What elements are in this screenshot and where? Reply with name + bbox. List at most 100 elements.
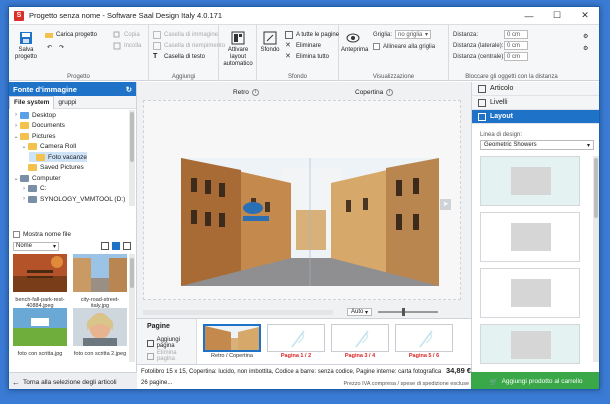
- scroll-thumb[interactable]: [130, 258, 134, 288]
- thumbnail-item[interactable]: city-road-street-italy.jpg: [73, 254, 127, 310]
- scroll-thumb[interactable]: [130, 112, 134, 162]
- save-project-button[interactable]: Salva progetto: [13, 31, 39, 61]
- tree-item[interactable]: Saved Pictures: [21, 163, 84, 173]
- remove-page-button[interactable]: Elimina pagina: [147, 350, 196, 362]
- tree-item[interactable]: ⌄ Camera Roll: [21, 142, 76, 152]
- align-grid-check[interactable]: [373, 43, 380, 50]
- layout-option[interactable]: [480, 156, 580, 206]
- distance-side-field[interactable]: Distanza (laterale): 0 cm: [453, 41, 528, 50]
- layout-scrollbar[interactable]: [593, 156, 599, 362]
- add-page-button[interactable]: Aggiungi pagina: [147, 337, 196, 349]
- canvas-hscrollbar[interactable]: [143, 310, 333, 315]
- tree-item[interactable]: › C:: [21, 184, 47, 194]
- layout-option[interactable]: [480, 268, 580, 318]
- page-thumbnail[interactable]: Pagina 3 / 4: [331, 324, 389, 360]
- distance-center-value[interactable]: 0 cm: [504, 52, 528, 61]
- page-thumbnail[interactable]: Pagina 1 / 2: [267, 324, 325, 360]
- layout-option[interactable]: [480, 212, 580, 262]
- tree-scrollbar[interactable]: [129, 110, 135, 206]
- ribbon-group-sfondo: Sfondo A tutte le pagine ✕ Eliminare ✕ E…: [257, 25, 339, 81]
- distance-value[interactable]: 0 cm: [504, 30, 528, 39]
- scroll-thumb[interactable]: [594, 158, 598, 218]
- tab-gruppi[interactable]: gruppi: [54, 96, 80, 109]
- undo-icon[interactable]: ↶: [47, 42, 52, 52]
- background-icon: [263, 31, 277, 45]
- image-box-label: Casella di immagine: [164, 32, 219, 38]
- load-project-button[interactable]: Carica progetto: [45, 30, 97, 40]
- tree-expand-icon[interactable]: ›: [13, 123, 19, 129]
- list-view-icon[interactable]: [101, 242, 109, 250]
- tab-articolo[interactable]: Articolo: [472, 82, 599, 96]
- tab-file-system[interactable]: File system: [9, 95, 55, 109]
- next-page-arrow-icon[interactable]: ➤: [440, 199, 451, 210]
- close-icon[interactable]: ✕: [571, 7, 599, 25]
- grid-view-icon[interactable]: [112, 242, 120, 250]
- gear-icon[interactable]: ⚙: [583, 43, 588, 53]
- thumbnail-scrollbar[interactable]: [129, 254, 135, 362]
- refresh-icon[interactable]: ↻: [126, 85, 132, 94]
- cover-photo[interactable]: [181, 158, 439, 286]
- grid-select[interactable]: Griglia: no griglia ▾: [373, 30, 432, 39]
- info-icon[interactable]: i: [386, 89, 394, 96]
- ribbon-group-bloccare: Distanza: 0 cm Distanza (laterale): 0 cm…: [449, 25, 574, 81]
- page-thumbnail[interactable]: Pagina 5 / 6: [395, 324, 453, 360]
- price-label: 34,89 €: [443, 366, 471, 375]
- tree-item[interactable]: ⌄ Pictures: [13, 131, 55, 141]
- thumbnail-item[interactable]: bench-fall-park-rest-40884.jpeg: [13, 254, 67, 310]
- add-to-cart-button[interactable]: 🛒 Aggiungi prodotto al carrello: [471, 372, 599, 389]
- copy-icon: [113, 31, 120, 38]
- tree-item[interactable]: › Desktop: [13, 110, 56, 120]
- text-box-button[interactable]: T Casella di testo: [153, 52, 205, 62]
- preview-button[interactable]: Anteprima: [341, 31, 368, 54]
- settings-icon[interactable]: ⚙: [583, 31, 588, 41]
- maximize-icon[interactable]: ☐: [543, 7, 571, 25]
- remove-background-button[interactable]: ✕ Eliminare: [285, 41, 321, 51]
- distance-side-value[interactable]: 0 cm: [504, 41, 528, 50]
- zoom-select[interactable]: Auto ▾: [347, 308, 373, 316]
- background-button[interactable]: Sfondo: [259, 31, 281, 54]
- add-page-icon: [147, 339, 154, 347]
- tree-item[interactable]: › Documents: [13, 121, 65, 131]
- tree-item[interactable]: › SYNOLOGY_VMMTOOL (D:): [21, 194, 125, 204]
- tree-item[interactable]: Foto vacanze: [29, 152, 88, 162]
- page-thumbnail[interactable]: Retro / Copertina: [203, 324, 261, 360]
- folder-tree: › Desktop › Documents ⌄ Pictures ⌄ Camera Roll F…: [9, 110, 127, 206]
- tree-expand-icon[interactable]: ⌄: [13, 175, 19, 182]
- design-line-select[interactable]: Geometric Showers ▾: [480, 140, 594, 150]
- paste-button[interactable]: Incolla: [113, 41, 141, 51]
- show-filename-check[interactable]: [13, 231, 20, 238]
- image-box-button[interactable]: Casella di immagine: [153, 30, 218, 40]
- back-to-articles-button[interactable]: ← Torna alla selezione degli articoli: [9, 372, 137, 389]
- zoom-slider-knob[interactable]: [402, 308, 406, 316]
- tree-expand-icon[interactable]: ⌄: [21, 143, 27, 150]
- ribbon-toolbar: Salva progetto Carica progetto Copia Inc…: [9, 25, 599, 81]
- sort-select[interactable]: Nome ▾: [13, 241, 59, 251]
- distance-center-field[interactable]: Distanza (centrale): 0 cm: [453, 52, 528, 61]
- tab-livelli[interactable]: Livelli: [472, 96, 599, 110]
- redo-icon[interactable]: ↷: [59, 42, 64, 52]
- zoom-slider[interactable]: [378, 308, 439, 316]
- tree-expand-icon[interactable]: ›: [21, 186, 27, 192]
- copy-button[interactable]: Copia: [113, 30, 140, 40]
- fill-box-button[interactable]: Casella di riempimento: [153, 41, 225, 51]
- info-icon[interactable]: i: [251, 89, 259, 96]
- thumbnail-item[interactable]: foto con scritta.jpg: [13, 308, 67, 357]
- align-grid-checkbox[interactable]: Allineare alla griglia: [373, 43, 435, 50]
- tree-expand-icon[interactable]: ›: [21, 196, 27, 202]
- large-view-icon[interactable]: [123, 242, 131, 250]
- image-source-header: Fonte d'immagine ↻: [9, 82, 136, 96]
- thumbnail-item[interactable]: foto con scritta 2.jpeg: [73, 308, 127, 357]
- apply-all-pages-button[interactable]: A tutte le pagine: [285, 30, 339, 40]
- tree-item[interactable]: ⌄ Computer: [13, 173, 61, 183]
- auto-layout-button[interactable]: Attivare layout automatico: [221, 31, 255, 68]
- tree-expand-icon[interactable]: ›: [13, 112, 19, 118]
- canvas-frame: [143, 100, 461, 300]
- remove-all-background-button[interactable]: ✕ Elimina tutto: [285, 52, 329, 62]
- minimize-icon[interactable]: —: [515, 7, 543, 25]
- distance-field[interactable]: Distanza: 0 cm: [453, 30, 528, 39]
- product-description-more[interactable]: 26 pagine...: [141, 379, 172, 387]
- layout-option[interactable]: [480, 324, 580, 364]
- tree-expand-icon[interactable]: ⌄: [13, 133, 19, 140]
- tab-layout[interactable]: Layout: [472, 110, 599, 124]
- show-filename-checkbox[interactable]: Mostra nome file: [13, 231, 71, 238]
